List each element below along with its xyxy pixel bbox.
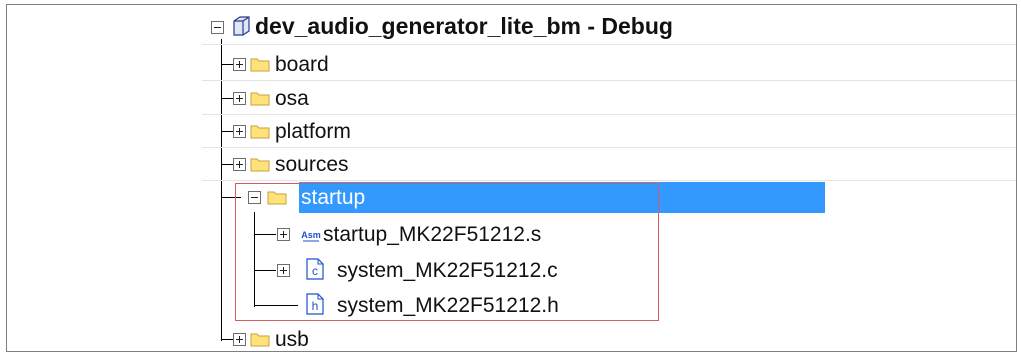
tree-node-project-root[interactable]: dev_audio_generator_lite_bm - Debug <box>7 11 1016 45</box>
tree-node-label: osa <box>275 87 309 110</box>
tree-node-sources[interactable]: sources <box>7 148 1016 181</box>
project-tree: dev_audio_generator_lite_bm - Debug boar… <box>7 5 1016 351</box>
expand-icon[interactable] <box>233 125 246 138</box>
row-separator <box>202 80 1016 81</box>
collapse-icon[interactable] <box>211 21 224 34</box>
tree-node-usb[interactable]: usb <box>7 323 1016 351</box>
expand-icon[interactable] <box>233 92 246 105</box>
tree-node-board[interactable]: board <box>7 48 1016 81</box>
row-separator <box>202 44 1016 45</box>
folder-icon <box>250 92 270 106</box>
folder-icon <box>250 125 270 139</box>
folder-icon <box>250 333 270 347</box>
tree-node-osa[interactable]: osa <box>7 82 1016 115</box>
project-explorer-panel: dev_audio_generator_lite_bm - Debug boar… <box>6 4 1017 352</box>
highlight-annotation-box <box>235 183 659 321</box>
tree-node-label: board <box>275 53 329 76</box>
tree-node-label: platform <box>275 120 351 143</box>
expand-icon[interactable] <box>233 333 246 346</box>
folder-icon <box>250 158 270 172</box>
expand-icon[interactable] <box>233 158 246 171</box>
folder-icon <box>250 58 270 72</box>
project-cube-icon <box>233 16 250 36</box>
project-root-label: dev_audio_generator_lite_bm - Debug <box>255 13 673 39</box>
tree-node-label: sources <box>275 153 349 176</box>
expand-icon[interactable] <box>233 58 246 71</box>
tree-node-platform[interactable]: platform <box>7 115 1016 148</box>
tree-node-label: usb <box>275 328 309 351</box>
